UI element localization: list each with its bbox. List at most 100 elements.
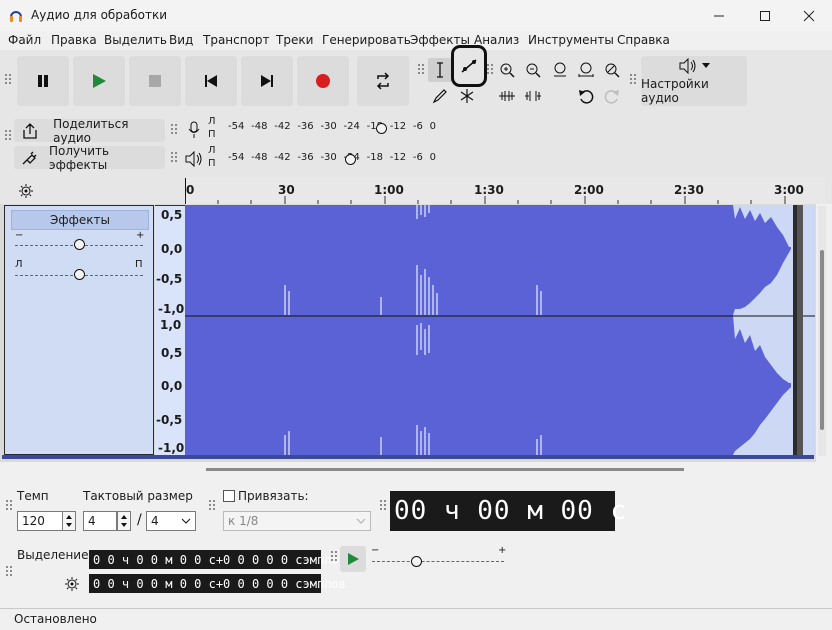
undo-icon	[579, 90, 594, 104]
close-button[interactable]	[786, 0, 832, 31]
trim-button[interactable]	[495, 84, 519, 108]
scale-bottom-0-0: 0,0	[161, 379, 183, 393]
toolbar-grip[interactable]	[5, 74, 11, 84]
snap-checkbox[interactable]	[223, 490, 235, 502]
stop-button[interactable]	[129, 56, 181, 106]
silence-audio-icon	[525, 91, 541, 101]
time-toolbar-grip[interactable]	[380, 500, 386, 510]
zoom-fit-icon	[578, 62, 594, 77]
zoom-out-button[interactable]	[521, 58, 545, 82]
edit-grip[interactable]	[487, 64, 493, 74]
horizontal-scrollbar[interactable]	[206, 468, 684, 471]
menu-tracks[interactable]: Треки	[276, 33, 313, 47]
menu-generate[interactable]: Генерировать	[322, 33, 411, 47]
maximize-button[interactable]	[742, 0, 788, 31]
record-meter-button[interactable]	[182, 118, 206, 142]
menu-file[interactable]: Файл	[8, 33, 41, 47]
menu-edit[interactable]: Правка	[51, 33, 97, 47]
snap-label: Привязать:	[238, 489, 309, 503]
playback-level-slider[interactable]	[345, 154, 356, 165]
audio-setup-grip[interactable]	[630, 74, 636, 84]
effects-button[interactable]: Эффекты	[11, 210, 149, 230]
envelope-tool-button[interactable]	[451, 45, 487, 87]
zoom-in-button[interactable]	[495, 58, 519, 82]
get-effects-button[interactable]: Получить эффекты	[14, 144, 165, 172]
asterisk-icon	[460, 89, 474, 103]
timeline-settings-button[interactable]	[14, 179, 38, 203]
redo-button[interactable]	[600, 84, 624, 108]
status-bar: Остановлено	[0, 608, 832, 630]
snap-value: к 1/8	[228, 514, 259, 528]
waveform-view[interactable]	[185, 205, 815, 455]
gain-slider[interactable]	[74, 239, 85, 250]
play-icon	[348, 553, 359, 565]
minimize-button[interactable]	[696, 0, 742, 31]
time-display-value: 00 ч 00 м 00 с	[394, 496, 628, 526]
selection-start-value: 0 0 ч 0 0 м 0 0 с+0 0 0 0 0 сэмплов	[93, 552, 346, 567]
record-meter[interactable]: -54 -48 -42 -36 -30 -24 -18 -12 -6 0	[216, 120, 444, 138]
zoom-selection-icon	[554, 62, 566, 77]
zoom-toggle-button[interactable]	[600, 58, 624, 82]
selection-label: Выделение	[17, 548, 89, 562]
snap-select[interactable]: к 1/8	[223, 511, 371, 531]
silence-button[interactable]	[521, 84, 545, 108]
time-sig-numerator-spinner[interactable]	[117, 511, 131, 531]
share-grip[interactable]	[5, 130, 11, 140]
menu-view[interactable]: Вид	[169, 33, 193, 47]
loop-icon	[376, 72, 390, 90]
menu-select[interactable]: Выделить	[104, 33, 167, 47]
record-level-slider[interactable]	[376, 123, 387, 134]
selection-tool-button[interactable]	[428, 58, 452, 82]
play-scale-48: -48	[251, 152, 268, 163]
vertical-scrollbar[interactable]	[818, 206, 826, 456]
skip-end-icon	[261, 75, 273, 87]
record-button[interactable]	[297, 56, 349, 106]
window-title: Аудио для обработки	[31, 8, 168, 22]
menu-bar: Файл Правка Выделить Вид Транспорт Треки…	[0, 31, 832, 50]
record-meter-grip[interactable]	[171, 124, 177, 134]
share-icon	[23, 122, 37, 139]
tempo-spinner[interactable]	[62, 511, 76, 531]
selection-end-field[interactable]: 0 0 ч 0 0 м 0 0 с+0 0 0 0 0 сэмплов	[89, 574, 346, 593]
zoom-toggle-icon	[605, 63, 620, 78]
time-display[interactable]: 00 ч 00 м 00 с	[390, 491, 626, 531]
tools-grip[interactable]	[418, 64, 424, 74]
play-meter-button[interactable]	[182, 147, 206, 171]
menu-help[interactable]: Справка	[617, 33, 670, 47]
play-meter-grip[interactable]	[171, 152, 177, 162]
menu-transport[interactable]: Транспорт	[203, 33, 270, 47]
draw-tool-button[interactable]	[428, 84, 452, 108]
tick-30: 30	[278, 183, 295, 197]
fit-project-button[interactable]	[574, 58, 598, 82]
track-control-panel[interactable]: Эффекты − + Л П	[4, 205, 154, 455]
time-sig-denominator-select[interactable]: 4	[146, 511, 196, 531]
selection-grip[interactable]	[6, 566, 12, 576]
pause-button[interactable]	[17, 56, 69, 106]
fit-selection-button[interactable]	[548, 58, 572, 82]
pan-slider[interactable]	[74, 269, 85, 280]
speed-slider[interactable]	[411, 556, 422, 567]
snap-grip[interactable]	[209, 500, 215, 510]
menu-tools[interactable]: Инструменты	[528, 33, 614, 47]
record-scale-0: 0	[429, 121, 436, 132]
skip-to-end-button[interactable]	[241, 56, 293, 106]
time-signature-grip[interactable]	[6, 500, 12, 510]
playback-meter[interactable]: -54 -48 -42 -36 -30 -24 -18 -12 -6 0	[216, 151, 444, 169]
share-audio-button[interactable]: Поделиться аудио	[14, 117, 165, 145]
vertical-scale[interactable]: 0,5 0,0 -0,5 -1,0 1,0 0,5 0,0 -0,5 -1,0	[155, 205, 185, 455]
time-sig-numerator-input[interactable]: 4	[83, 511, 117, 531]
selection-start-field[interactable]: 0 0 ч 0 0 м 0 0 с+0 0 0 0 0 сэмплов	[89, 550, 346, 569]
play-button[interactable]	[73, 56, 125, 106]
multi-tool-button[interactable]	[455, 84, 479, 108]
skip-to-start-button[interactable]	[185, 56, 237, 106]
undo-button[interactable]	[574, 84, 598, 108]
tempo-input[interactable]: 120	[17, 511, 63, 531]
play-at-speed-grip[interactable]	[331, 551, 337, 561]
play-scale-42: -42	[274, 152, 291, 163]
vertical-scrollbar-thumb[interactable]	[820, 250, 824, 430]
loop-button[interactable]	[357, 56, 409, 106]
audio-settings-button[interactable]: Настройки аудио	[641, 56, 747, 106]
selection-settings-button[interactable]	[60, 572, 84, 596]
pencil-icon	[432, 89, 447, 104]
play-at-speed-button[interactable]	[340, 546, 366, 572]
